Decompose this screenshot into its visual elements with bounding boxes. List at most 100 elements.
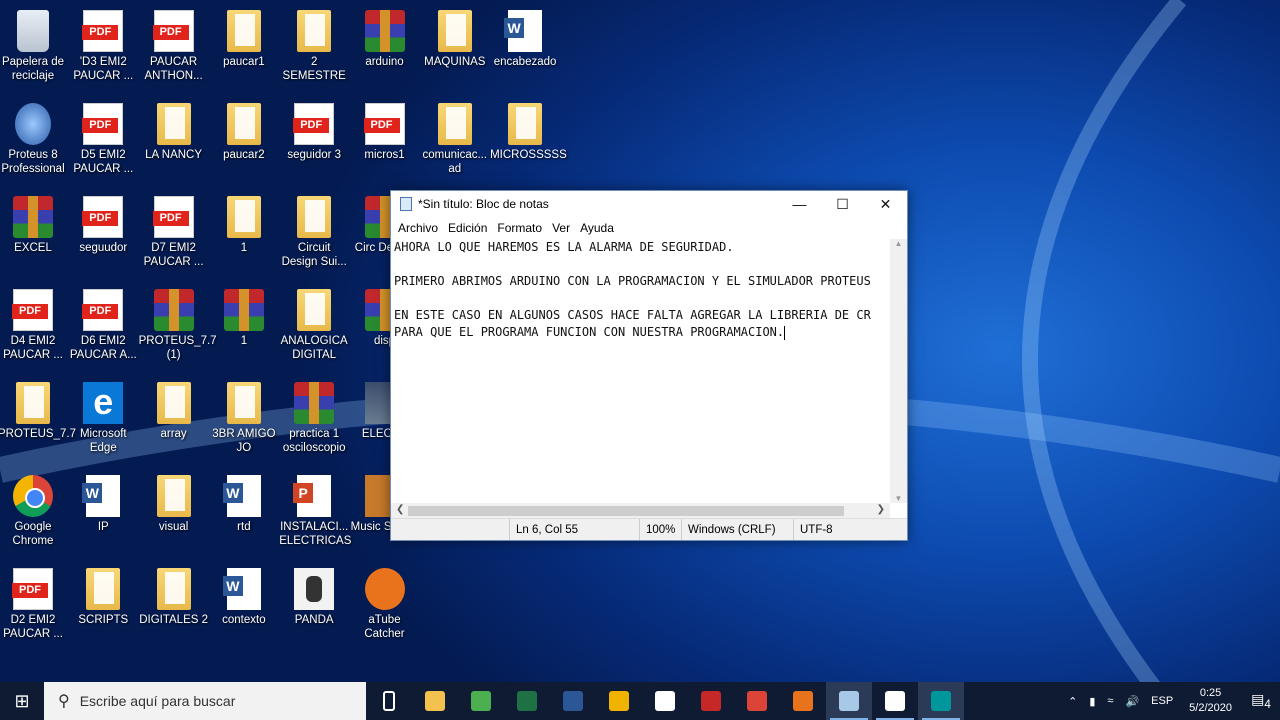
taskbar-atube-catcher[interactable] [780, 682, 826, 720]
desktop-icon[interactable]: D4 EMI2 PAUCAR ... [0, 281, 68, 362]
desktop-icon[interactable]: comunicac... ad [420, 95, 490, 176]
search-box[interactable]: ⚲ Escribe aquí para buscar [44, 682, 366, 720]
taskbar-arduino[interactable] [918, 682, 964, 720]
title-bar[interactable]: *Sin título: Bloc de notas — ☐ ✕ [391, 191, 907, 217]
desktop-icon[interactable]: Google Chrome [0, 467, 68, 548]
text-caret [784, 325, 786, 340]
desktop-icon[interactable]: array [139, 374, 209, 441]
battery-icon[interactable]: ▮ [1083, 695, 1101, 708]
menu-archivo[interactable]: Archivo [393, 221, 443, 235]
taskbar-file-explorer[interactable] [412, 682, 458, 720]
chrome-icon [747, 691, 767, 711]
green-app-icon [471, 691, 491, 711]
zoom-level: 100% [639, 519, 681, 540]
desktop-icon[interactable]: rtd [209, 467, 279, 534]
desktop-icon[interactable]: IP [68, 467, 138, 534]
folder-icon [86, 568, 121, 610]
desktop-icon[interactable]: PROTEUS_7.7 (1) [139, 281, 217, 362]
clock[interactable]: 0:25 5/2/2020 [1179, 686, 1242, 716]
horizontal-scrollbar[interactable]: ❮ ❯ [391, 503, 890, 519]
desktop-icon[interactable]: paucar1 [209, 2, 279, 69]
notifications-button[interactable]: ▤4 [1242, 691, 1280, 711]
desktop-icon[interactable]: micros1 [350, 95, 420, 162]
desktop-icon-label: D5 EMI2 PAUCAR ... [73, 149, 134, 175]
taskbar-excel[interactable] [504, 682, 550, 720]
pdf-icon [12, 289, 53, 331]
desktop-icon-label: D7 EMI2 PAUCAR ... [143, 242, 204, 268]
desktop-icon[interactable]: aTube Catcher [350, 560, 420, 641]
desktop-icon-label: 3BR AMIGO JO [212, 428, 276, 454]
desktop-icon-label: comunicac... ad [422, 149, 488, 175]
desktop-icon[interactable]: MICROSSSSS [490, 95, 567, 162]
desktop-icon[interactable]: Proteus 8 Professional [0, 95, 68, 176]
desktop-icon[interactable]: visual [139, 467, 209, 534]
desktop-icon[interactable]: PROTEUS_7.7 [0, 374, 76, 441]
desktop-icon-label: Microsoft Edge [79, 428, 127, 454]
scroll-right-icon[interactable]: ❯ [877, 504, 885, 515]
desktop-icon[interactable]: DIGITALES 2 [139, 560, 209, 627]
minimize-button[interactable]: — [778, 191, 821, 217]
text-editor[interactable]: AHORA LO QUE HAREMOS ES LA ALARMA DE SEG… [391, 239, 891, 503]
desktop-icon[interactable]: PAUCAR ANTHON... [139, 2, 209, 83]
taskbar-word[interactable] [550, 682, 596, 720]
desktop-icon[interactable]: seguudor [68, 188, 138, 255]
notepad-window[interactable]: *Sin título: Bloc de notas — ☐ ✕ Archivo… [390, 190, 908, 541]
desktop-icon[interactable]: paucar2 [209, 95, 279, 162]
desktop-icon[interactable]: ANALOGICA DIGITAL [279, 281, 349, 362]
desktop-icon[interactable]: D6 EMI2 PAUCAR A... [68, 281, 138, 362]
menu-ver[interactable]: Ver [547, 221, 575, 235]
wifi-icon[interactable]: ≈ [1101, 695, 1119, 707]
pdf-icon [82, 103, 124, 145]
show-hidden-icons[interactable]: ⌃ [1062, 695, 1083, 708]
desktop-icon[interactable]: INSTALACI... ELECTRICAS [279, 467, 351, 548]
desktop-icon[interactable]: D2 EMI2 PAUCAR ... [0, 560, 68, 641]
desktop-icon[interactable]: Microsoft Edge [68, 374, 138, 455]
taskbar-task-view[interactable] [366, 682, 412, 720]
language-indicator[interactable]: ESP [1145, 695, 1179, 707]
desktop-icon[interactable]: SCRIPTS [68, 560, 138, 627]
taskbar-photos[interactable] [872, 682, 918, 720]
desktop-icon[interactable]: D7 EMI2 PAUCAR ... [139, 188, 209, 269]
start-button[interactable]: ⊞ [0, 682, 44, 720]
desktop-icon[interactable]: MAQUINAS [420, 2, 490, 69]
maximize-button[interactable]: ☐ [821, 191, 864, 217]
desktop-icon[interactable]: practica 1 osciloscopio [279, 374, 349, 455]
desktop-icon[interactable]: Circuit Design Sui... [279, 188, 349, 269]
taskbar-yellow-app[interactable] [596, 682, 642, 720]
desktop-icon[interactable]: 'D3 EMI2 PAUCAR ... [68, 2, 138, 83]
taskbar-red-app[interactable] [688, 682, 734, 720]
desktop-icon[interactable]: 1 [209, 188, 279, 255]
close-button[interactable]: ✕ [864, 191, 907, 217]
menu-edicion[interactable]: Edición [443, 221, 492, 235]
folder-icon [508, 103, 543, 145]
desktop-icon[interactable]: D5 EMI2 PAUCAR ... [68, 95, 138, 176]
cursor-position: Ln 6, Col 55 [509, 519, 639, 540]
taskbar-notepad[interactable] [826, 682, 872, 720]
desktop-icon[interactable]: EXCEL [0, 188, 68, 255]
search-icon: ⚲ [58, 693, 70, 710]
vertical-scrollbar[interactable]: ▲ ▼ [890, 239, 907, 503]
desktop-icon[interactable]: arduino [350, 2, 420, 69]
desktop-icon[interactable]: 3BR AMIGO JO [209, 374, 279, 455]
desktop-icon[interactable]: Papelera de reciclaje [0, 2, 68, 83]
desktop-icon-label: 1 [240, 242, 248, 254]
desktop-icon[interactable]: PANDA [279, 560, 349, 627]
desktop-icon-label: 'D3 EMI2 PAUCAR ... [73, 56, 134, 82]
volume-icon[interactable]: 🔊 [1119, 695, 1145, 708]
desktop-icon[interactable]: 2 SEMESTRE [279, 2, 349, 83]
menu-formato[interactable]: Formato [492, 221, 547, 235]
scroll-left-icon[interactable]: ❮ [396, 504, 404, 515]
desktop-icon[interactable]: 1 [209, 281, 279, 348]
taskbar-chrome[interactable] [734, 682, 780, 720]
desktop-icon-label: 1 [240, 335, 248, 347]
taskbar-microsoft-store[interactable] [642, 682, 688, 720]
scroll-thumb[interactable] [408, 506, 844, 516]
desktop-icon-label: Papelera de reciclaje [1, 56, 65, 82]
desktop-icon[interactable]: encabezado [490, 2, 560, 69]
desktop-icon[interactable]: seguidor 3 [279, 95, 349, 162]
taskbar-green-app[interactable] [458, 682, 504, 720]
menu-ayuda[interactable]: Ayuda [575, 221, 619, 235]
desktop-icon[interactable]: contexto [209, 560, 279, 627]
desktop-icon-label: micros1 [364, 149, 405, 161]
desktop-icon[interactable]: LA NANCY [139, 95, 209, 162]
